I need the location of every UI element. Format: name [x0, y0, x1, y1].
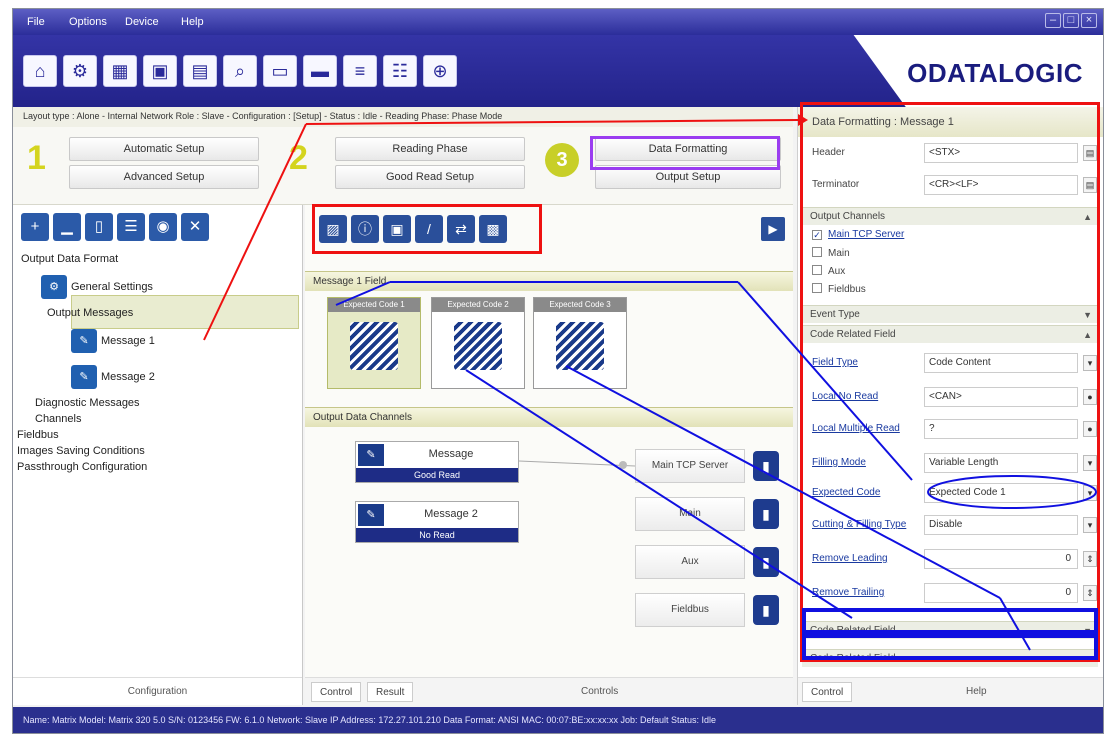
annotation-lines [203, 114, 1097, 651]
